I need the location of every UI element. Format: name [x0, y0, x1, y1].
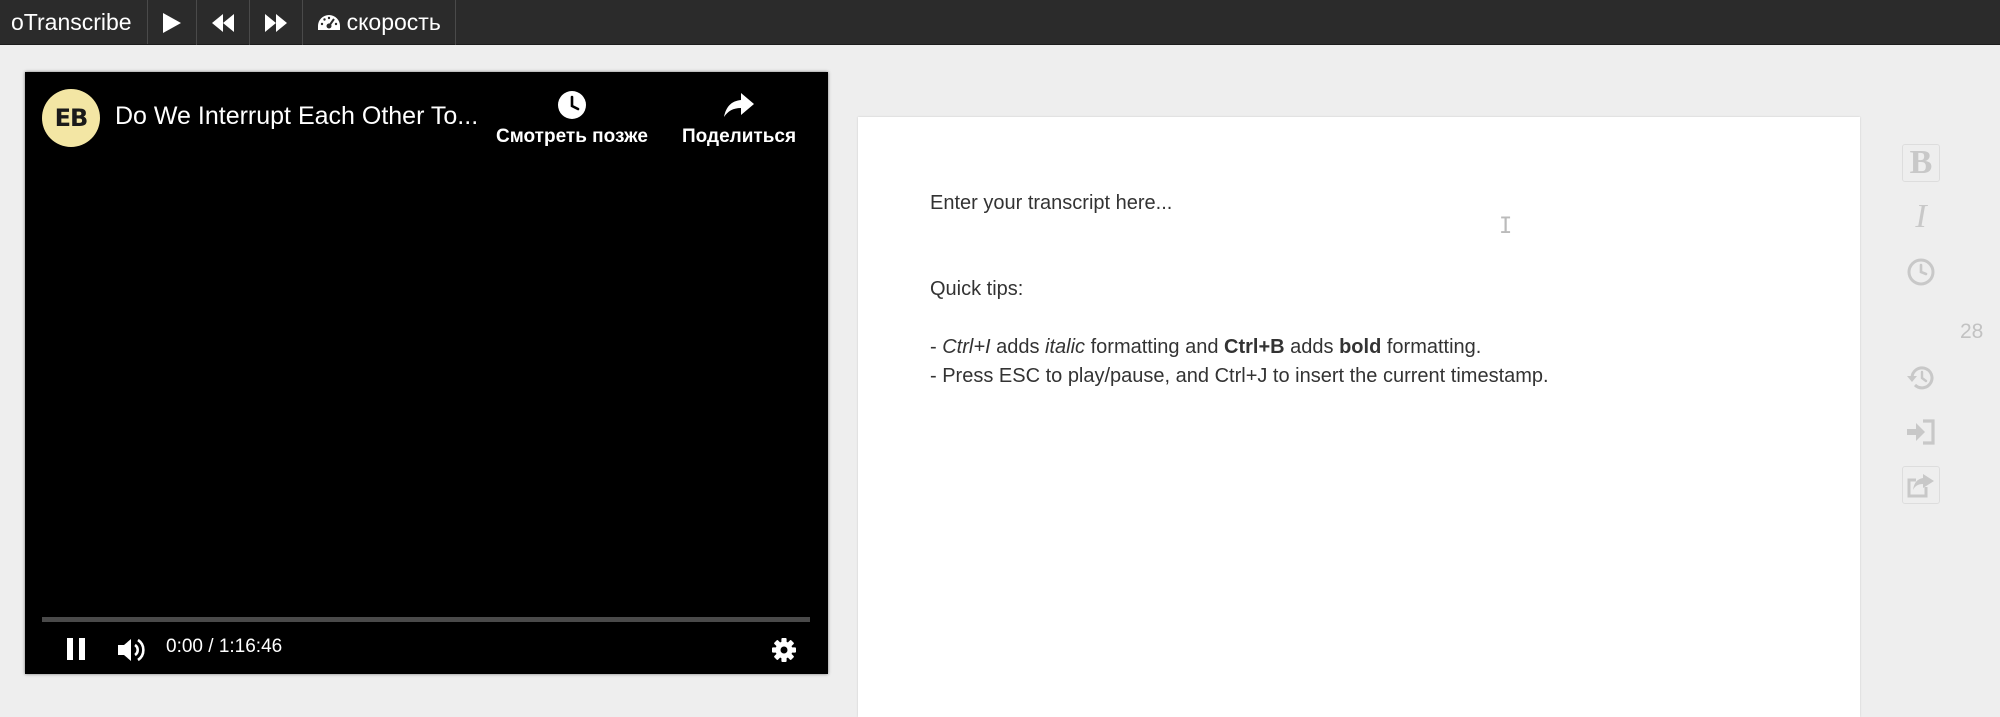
top-toolbar: oTranscribe скорость [0, 0, 2000, 45]
time-readout: 0:00 / 1:16:46 [166, 636, 283, 657]
speed-label: скорость [346, 9, 441, 35]
speedometer-icon [317, 14, 340, 30]
pause-button[interactable] [65, 636, 87, 667]
watch-later-button[interactable]: Смотреть позже [496, 90, 648, 148]
share-button[interactable]: Поделиться [682, 90, 796, 148]
history-button[interactable] [1902, 359, 1940, 397]
placeholder-line: Enter your transcript here... [930, 192, 1173, 214]
video-title[interactable]: Do We Interrupt Each Other To... [115, 102, 500, 131]
volume-icon [118, 638, 145, 662]
play-icon [162, 12, 181, 33]
timestamp-button[interactable] [1902, 253, 1940, 291]
share-square-icon [1907, 474, 1934, 498]
fast-forward-icon [264, 13, 287, 32]
export-button[interactable] [1902, 466, 1940, 504]
channel-avatar[interactable]: EB [42, 89, 100, 147]
bold-button[interactable]: B [1902, 144, 1940, 182]
tip-formatting: - Ctrl+I adds italic formatting and Ctrl… [930, 336, 1482, 358]
tip-shortcuts: - Press ESC to play/pause, and Ctrl+J to… [930, 365, 1549, 387]
channel-avatar-text: EB [54, 104, 89, 132]
italic-icon: I [1915, 198, 1927, 235]
watch-later-label: Смотреть позже [496, 126, 648, 147]
word-count: 28 [1960, 320, 1984, 343]
share-label: Поделиться [682, 126, 797, 147]
fast-forward-button[interactable] [250, 0, 303, 45]
bold-shortcut: Ctrl+B [1224, 336, 1285, 358]
settings-button[interactable] [771, 637, 797, 668]
progress-bar[interactable] [42, 617, 810, 622]
bold-word: bold [1339, 336, 1382, 358]
bold-icon: B [1909, 144, 1933, 181]
sign-in-icon [1907, 419, 1935, 445]
share-arrow-icon [724, 93, 755, 117]
pause-icon [67, 638, 85, 660]
play-button[interactable] [148, 0, 197, 45]
transcript-editor[interactable]: Enter your transcript here... Quick tips… [858, 117, 1860, 717]
import-button[interactable] [1902, 413, 1940, 451]
history-icon [1907, 366, 1934, 390]
tips-heading: Quick tips: [930, 278, 1024, 300]
gear-icon [772, 638, 796, 662]
rewind-button[interactable] [197, 0, 250, 45]
clock-icon [1907, 258, 1935, 286]
italic-button[interactable]: I [1902, 198, 1940, 236]
transcript-text[interactable]: Enter your transcript here... Quick tips… [930, 189, 1790, 391]
rewind-icon [211, 13, 234, 32]
italic-word: italic [1045, 336, 1086, 358]
volume-button[interactable] [117, 637, 147, 668]
speed-button[interactable]: скорость [303, 0, 456, 45]
italic-shortcut: Ctrl+I [942, 336, 991, 358]
video-player[interactable]: EB Do We Interrupt Each Other To... Смот… [25, 72, 828, 674]
app-title: oTranscribe [0, 0, 148, 44]
text-cursor-icon: I [1499, 214, 1513, 239]
clock-icon [557, 91, 586, 119]
